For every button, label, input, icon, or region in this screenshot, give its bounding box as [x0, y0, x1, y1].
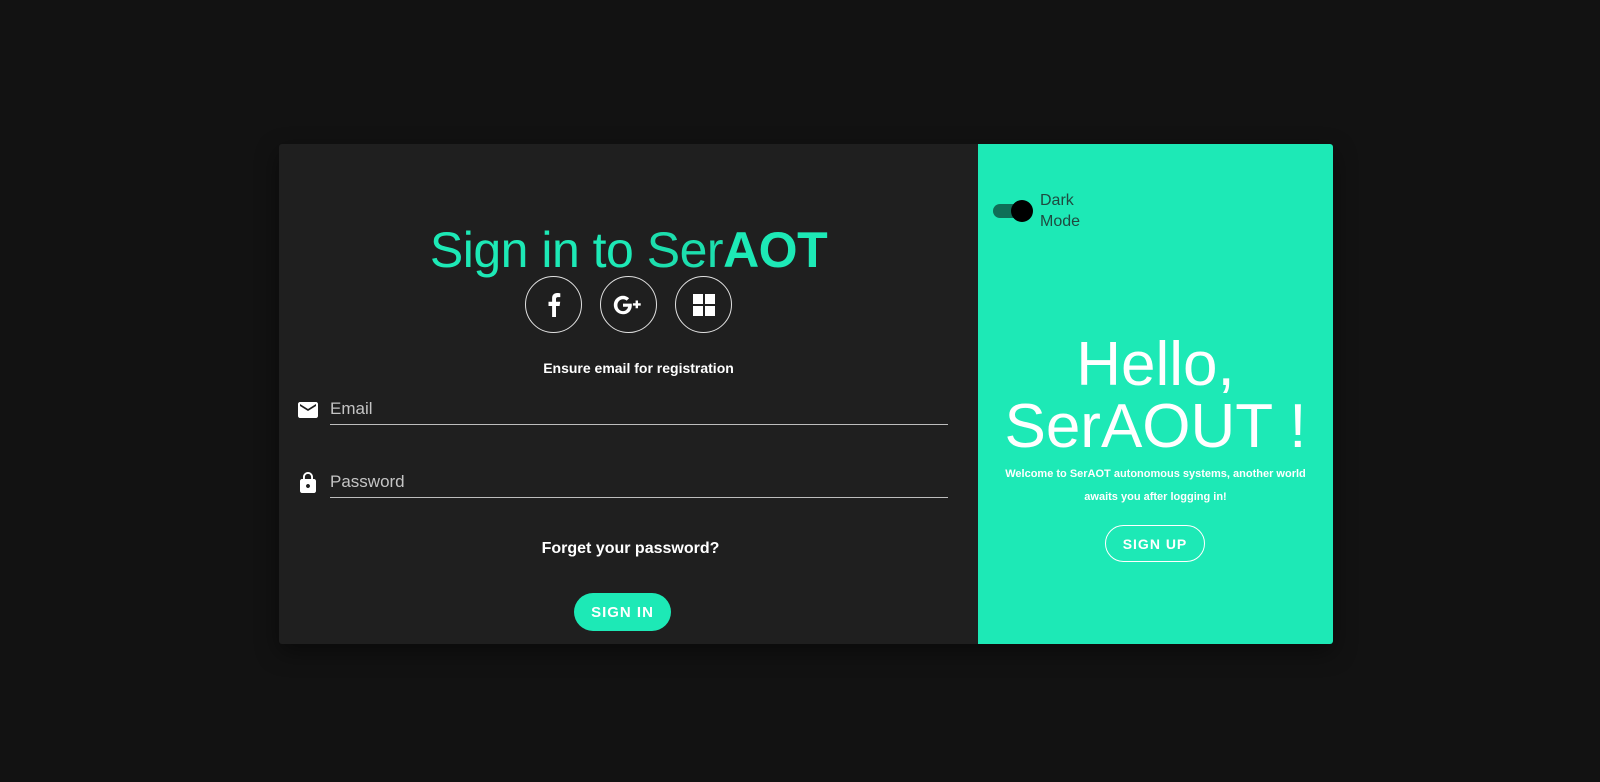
forgot-password-link[interactable]: Forget your password? — [542, 540, 720, 557]
helper-text: Ensure email for registration — [279, 360, 978, 376]
title-brand-light: Ser — [646, 222, 724, 278]
page-title: Sign in to SerAOT — [279, 222, 978, 278]
auth-card: Sign in to SerAOT Ensure email for regis… — [279, 144, 1333, 644]
email-field[interactable]: Email — [330, 392, 948, 425]
password-field[interactable]: Password — [330, 465, 948, 498]
social-login-row — [279, 276, 978, 333]
windows-button[interactable] — [675, 276, 732, 333]
dark-mode-toggle[interactable]: Dark Mode — [993, 190, 1090, 232]
title-brand-bold: AOT — [723, 222, 828, 278]
sign-in-panel: Sign in to SerAOT Ensure email for regis… — [279, 144, 978, 644]
password-field-group: Password — [296, 465, 948, 505]
dark-mode-label: Dark Mode — [1040, 192, 1081, 230]
email-field-group: Email — [296, 392, 948, 432]
toggle-thumb — [1011, 200, 1033, 222]
helper-label: Ensure email for registration — [543, 360, 734, 376]
lock-icon — [300, 472, 316, 493]
welcome-panel: Dark Mode Hello, SerAOUT ! Welcome to Se… — [978, 144, 1333, 644]
google-plus-icon — [613, 295, 641, 314]
sign-in-button[interactable]: SIGN IN — [574, 593, 671, 631]
sign-up-button[interactable]: SIGN UP — [1105, 525, 1205, 562]
google-plus-button[interactable] — [600, 276, 657, 333]
welcome-text: Welcome to SerAOT autonomous systems, an… — [1005, 468, 1306, 503]
hello-line-2: SerAOUT ! — [1004, 392, 1307, 461]
mail-icon — [298, 402, 318, 418]
facebook-button[interactable] — [525, 276, 582, 333]
facebook-icon — [548, 292, 560, 317]
hello-heading: Hello, SerAOUT ! — [978, 334, 1333, 458]
toggle-track — [993, 200, 1033, 222]
forgot-password: Forget your password? — [279, 540, 978, 558]
title-prefix: Sign in to — [429, 222, 647, 278]
windows-icon — [692, 293, 715, 316]
hello-line-1: Hello, — [1076, 330, 1235, 399]
